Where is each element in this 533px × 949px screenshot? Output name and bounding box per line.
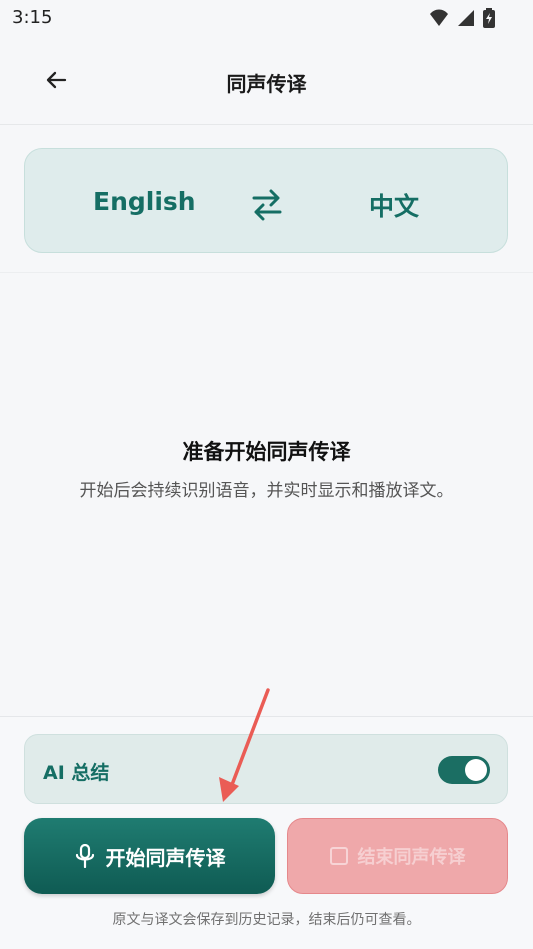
- stop-button-label: 结束同声传译: [357, 847, 466, 868]
- swap-icon: [252, 189, 282, 221]
- signal-icon: [458, 10, 474, 26]
- status-bar: 3:15: [0, 0, 533, 38]
- battery-icon: [483, 8, 495, 28]
- microphone-icon: [75, 844, 94, 868]
- empty-state-description: 开始后会持续识别语音，并实时显示和播放译文。: [79, 481, 454, 501]
- ai-summary-label: AI 总结: [43, 762, 110, 784]
- language-selector: English 中文: [24, 148, 508, 253]
- stop-square-icon: [329, 847, 348, 865]
- section-divider: [0, 272, 533, 273]
- start-button-label: 开始同声传译: [105, 845, 226, 870]
- ai-summary-card: AI 总结: [24, 734, 508, 804]
- empty-state-title: 准备开始同声传译: [182, 440, 351, 464]
- app-bar: 同声传译: [0, 38, 533, 125]
- wifi-icon: [430, 9, 448, 26]
- status-icons: [429, 8, 495, 28]
- stop-translation-button[interactable]: 结束同声传译: [287, 818, 508, 894]
- target-language-button[interactable]: 中文: [369, 187, 419, 223]
- toggle-knob: [465, 759, 487, 781]
- start-translation-button[interactable]: 开始同声传译: [24, 818, 275, 894]
- swap-language-button[interactable]: [250, 188, 284, 222]
- page-title: 同声传译: [226, 72, 307, 96]
- status-time: 3:15: [12, 7, 53, 28]
- footer-note: 原文与译文会保存到历史记录，结束后仍可查看。: [112, 912, 421, 928]
- source-language-button[interactable]: English: [93, 187, 196, 216]
- ai-summary-toggle[interactable]: [438, 756, 490, 784]
